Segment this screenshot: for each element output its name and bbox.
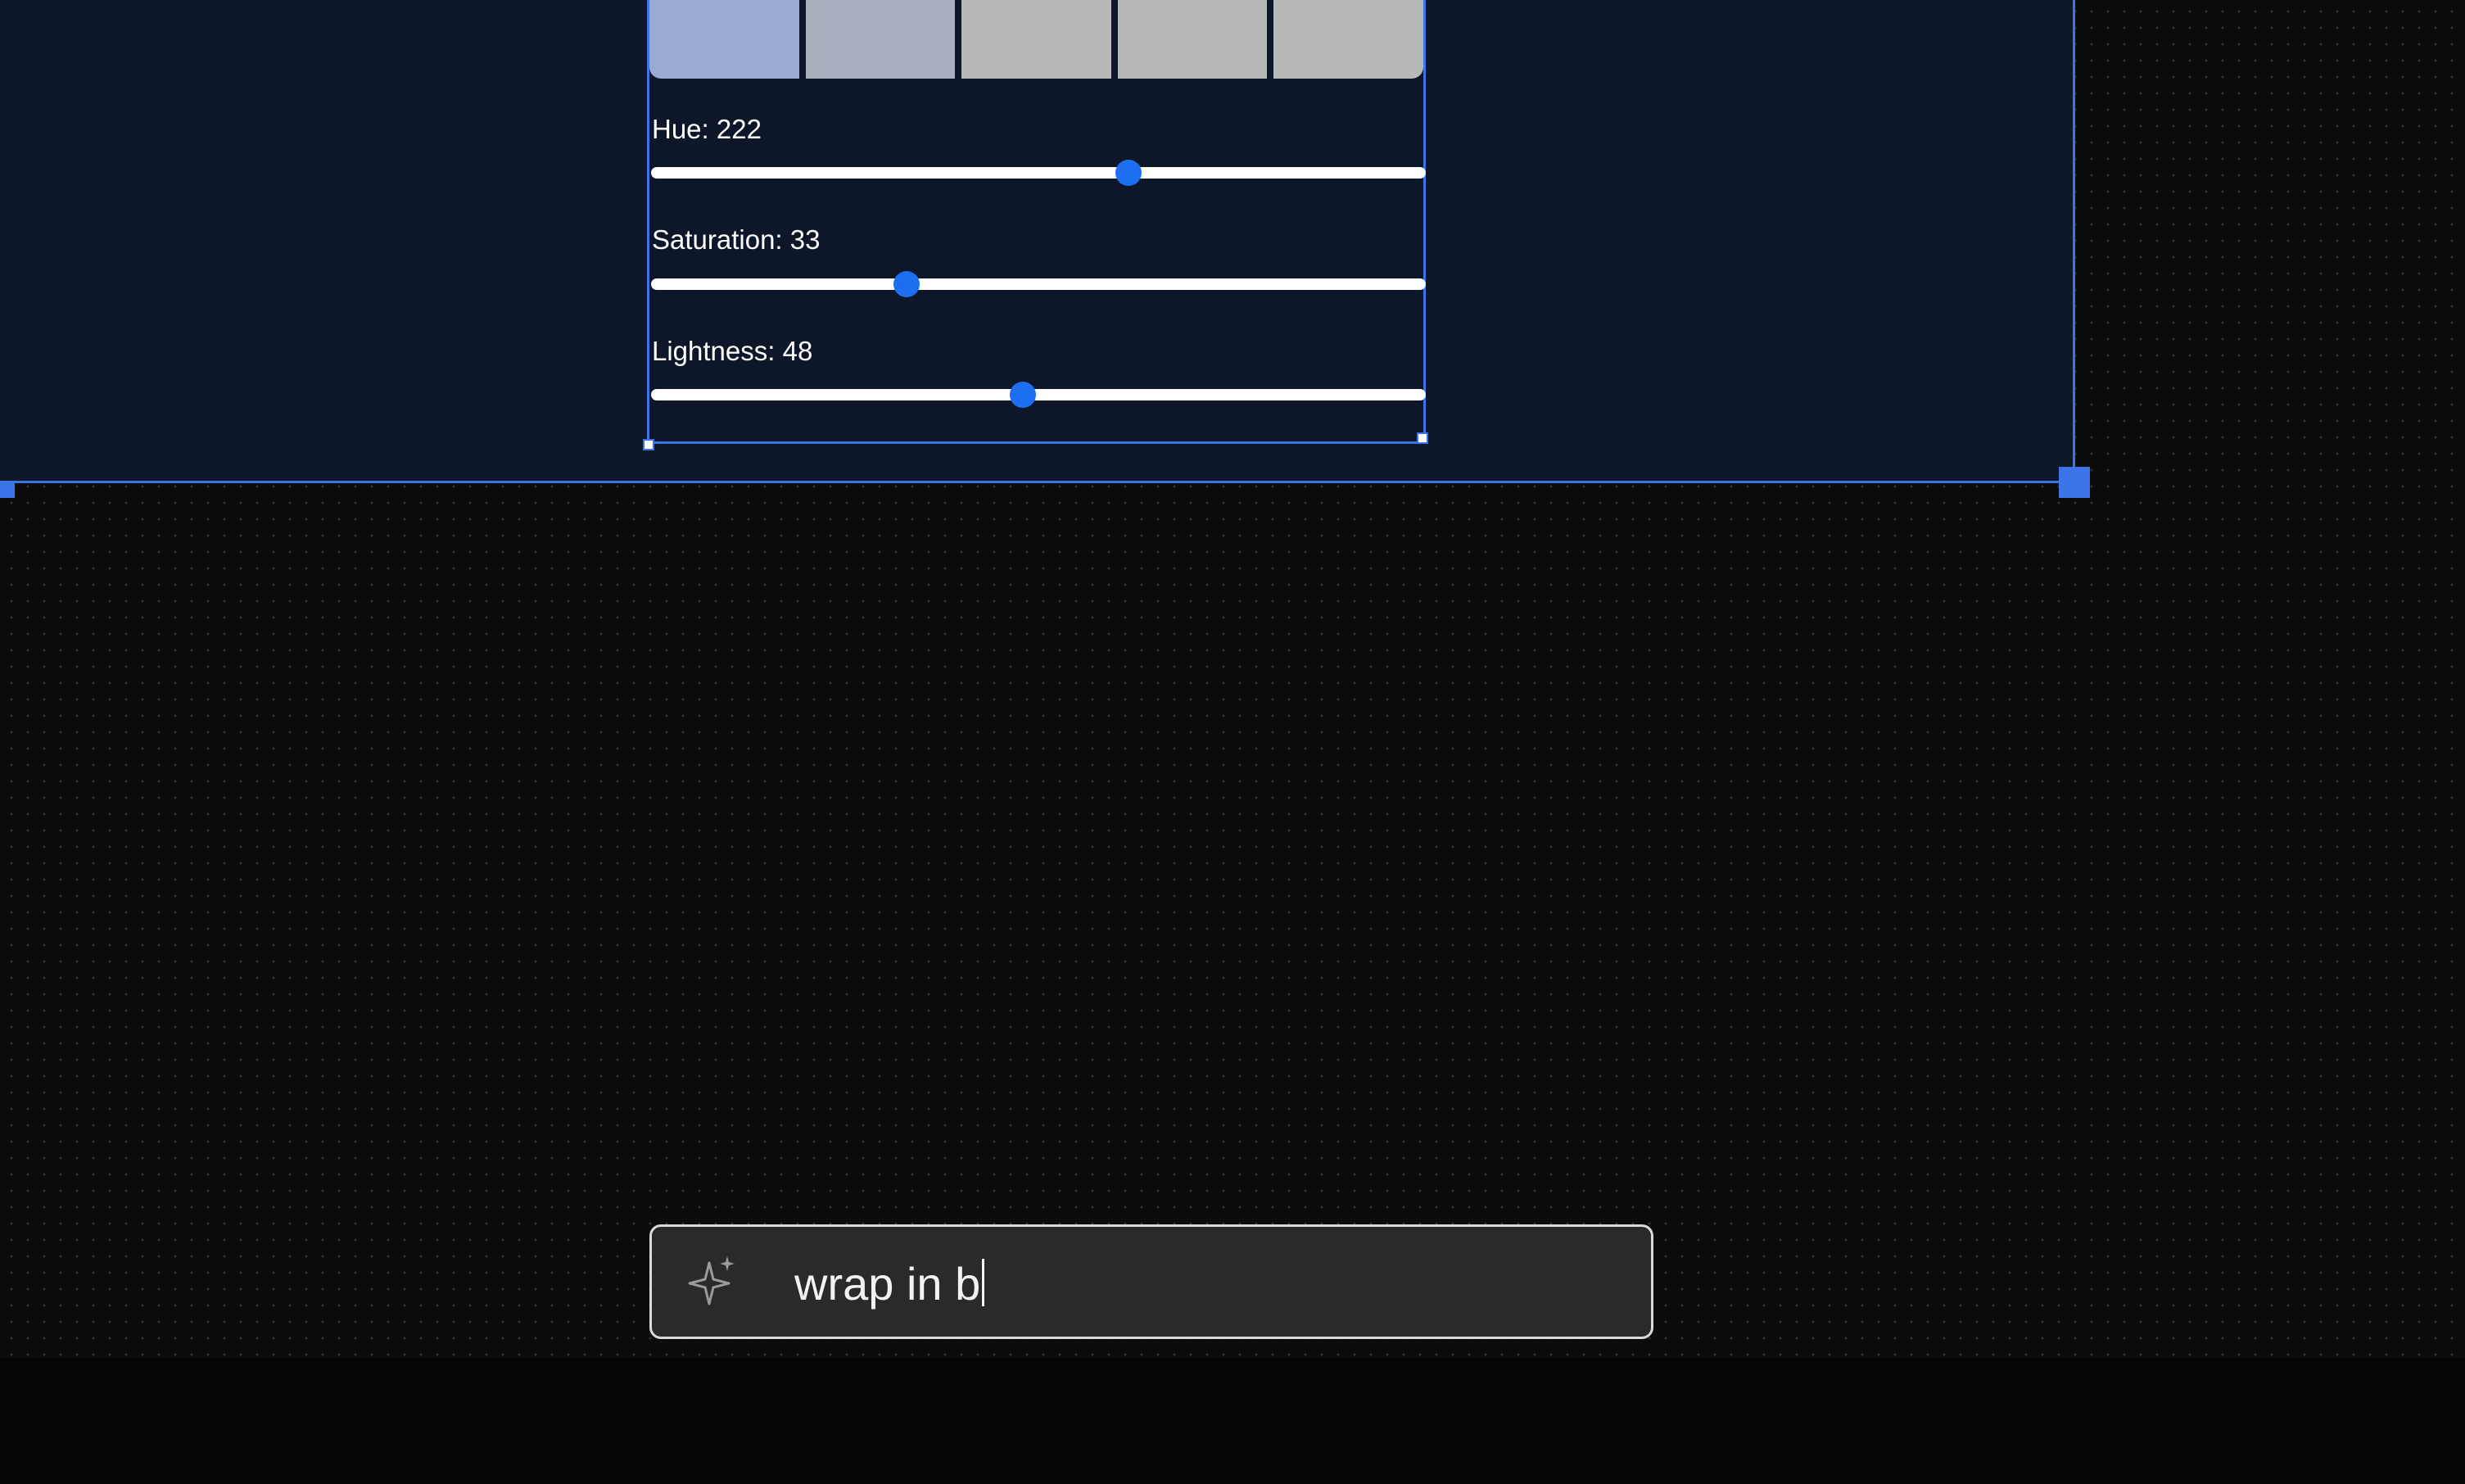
prompt-value: wrap in b <box>794 1258 981 1310</box>
color-swatch[interactable] <box>961 0 1111 79</box>
color-swatch[interactable] <box>1117 0 1268 79</box>
lightness-label: Lightness: 48 <box>652 336 813 366</box>
bottom-bar <box>0 1358 2465 1484</box>
ai-prompt-input[interactable]: wrap in b <box>649 1224 1653 1339</box>
selected-frame[interactable]: Hue: 222 Saturation: 33 Lightness: 48 <box>0 0 2075 483</box>
lightness-slider-track[interactable] <box>651 382 1426 408</box>
color-swatch[interactable] <box>649 0 799 79</box>
text-caret <box>982 1259 985 1306</box>
frame-resize-handle-bottom-right[interactable] <box>2059 467 2090 498</box>
color-picker-component[interactable]: Hue: 222 Saturation: 33 Lightness: 48 <box>643 0 1428 450</box>
prompt-text-field[interactable]: wrap in b <box>794 1258 985 1310</box>
saturation-slider-thumb[interactable] <box>893 271 920 297</box>
color-swatch[interactable] <box>1273 0 1423 79</box>
swatch-row <box>649 0 1423 79</box>
hue-label: Hue: 222 <box>652 114 762 144</box>
hue-slider-track[interactable] <box>651 160 1426 186</box>
lightness-slider-thumb[interactable] <box>1010 382 1037 408</box>
frame-resize-handle-bottom-left[interactable] <box>0 482 15 498</box>
color-swatch[interactable] <box>805 0 956 79</box>
resize-handle-bottom-left[interactable] <box>643 439 654 450</box>
sparkle-icon <box>688 1256 735 1305</box>
saturation-label: Saturation: 33 <box>652 224 821 255</box>
hue-slider-thumb[interactable] <box>1115 160 1142 186</box>
resize-handle-bottom-right[interactable] <box>1417 432 1428 444</box>
saturation-slider-track[interactable] <box>651 271 1426 297</box>
